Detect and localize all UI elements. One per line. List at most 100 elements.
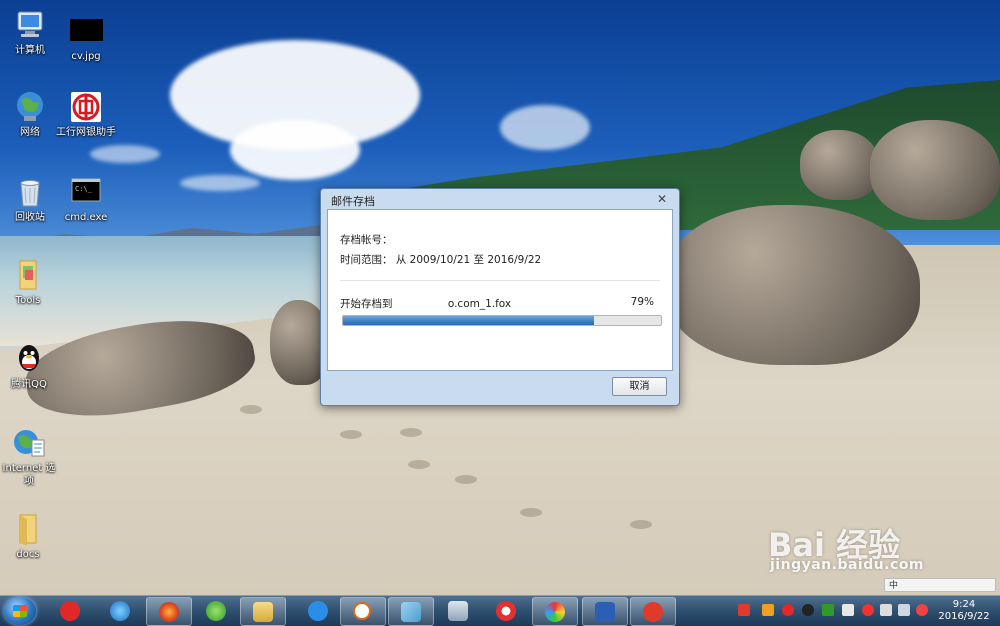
account-row: 存档帐号： bbox=[340, 232, 393, 247]
taskbar-360-app[interactable] bbox=[194, 597, 238, 624]
paint-icon bbox=[545, 602, 565, 622]
desktop-icon-label: docs bbox=[16, 549, 40, 560]
cloud bbox=[500, 105, 590, 150]
foxmail-icon bbox=[643, 602, 663, 622]
folder-icon bbox=[19, 260, 37, 290]
mail-archive-dialog: 邮件存档 ✕ 存档帐号： 时间范围： 从 2009/10/21 至 2016/9… bbox=[320, 188, 680, 406]
tray-app3-icon[interactable] bbox=[862, 604, 874, 616]
tray-app2-icon[interactable] bbox=[842, 604, 854, 616]
desktop-icon-computer[interactable]: 计算机 bbox=[0, 8, 60, 57]
taskbar: 9:24 2016/9/22 bbox=[0, 595, 1000, 626]
status-prefix: 开始存档到 bbox=[340, 298, 393, 310]
time-range-row: 时间范围： 从 2009/10/21 至 2016/9/22 bbox=[340, 252, 541, 267]
desktop-icon-label: 网络 bbox=[20, 127, 40, 138]
desktop-icon-qq[interactable]: 腾讯QQ bbox=[0, 342, 59, 391]
ime-label: 中 bbox=[889, 581, 899, 591]
tray-security-icon[interactable] bbox=[822, 604, 834, 616]
cancel-button[interactable]: 取消 bbox=[612, 377, 667, 396]
taskbar-foxmail-app[interactable] bbox=[630, 597, 676, 626]
tray-qq-icon[interactable] bbox=[802, 604, 814, 616]
svg-text:C:\_: C:\_ bbox=[75, 185, 93, 193]
icbc-icon bbox=[71, 92, 101, 122]
desktop-icon-icbc[interactable]: 工行网银助手 bbox=[56, 90, 116, 139]
taskbar-clock[interactable]: 9:24 2016/9/22 bbox=[934, 599, 994, 623]
footprint bbox=[408, 460, 430, 469]
cloud bbox=[90, 145, 160, 163]
rock bbox=[800, 130, 880, 200]
taskbar-baidu-cloud-app[interactable] bbox=[296, 597, 340, 624]
taskbar-media-player-app[interactable] bbox=[484, 597, 528, 624]
tray-battery-icon[interactable] bbox=[880, 604, 892, 616]
rock bbox=[665, 205, 920, 365]
progress-bar bbox=[342, 315, 662, 326]
notepad-icon bbox=[401, 602, 421, 622]
footprint bbox=[240, 405, 262, 414]
dialog-content: 存档帐号： 时间范围： 从 2009/10/21 至 2016/9/22 开始存… bbox=[327, 209, 673, 371]
divider bbox=[340, 280, 660, 281]
cmd-icon: C:\_ bbox=[71, 178, 101, 202]
clock-time: 9:24 bbox=[952, 599, 976, 610]
tray-network-icon[interactable] bbox=[898, 604, 910, 616]
taskbar-firefox-app[interactable] bbox=[146, 597, 192, 626]
desktop-icon-label: Internet 选项 bbox=[2, 463, 56, 487]
folder-icon bbox=[19, 514, 37, 546]
taskbar-icbc-app[interactable] bbox=[48, 597, 92, 624]
desktop-icon-recycle-bin[interactable]: 回收站 bbox=[0, 175, 60, 224]
desktop-icon-internet-options[interactable]: Internet 选项 bbox=[0, 426, 59, 488]
start-button[interactable] bbox=[4, 597, 36, 625]
internet-options-icon bbox=[14, 430, 45, 457]
media-player-icon bbox=[496, 601, 516, 621]
taskbar-explorer-app[interactable] bbox=[240, 597, 286, 626]
recycle-bin-icon bbox=[20, 180, 40, 207]
firefox-icon bbox=[159, 602, 179, 622]
progress-percent: 79% bbox=[630, 296, 654, 308]
computer-icon bbox=[17, 11, 43, 37]
tray-volume-icon[interactable] bbox=[916, 604, 928, 616]
dialog-title: 邮件存档 bbox=[331, 195, 375, 208]
taskbar-calculator-app[interactable] bbox=[436, 597, 480, 624]
status-file: o.com_1.fox bbox=[447, 298, 512, 310]
desktop-icon-label: Tools bbox=[15, 295, 41, 306]
taskbar-word-app[interactable] bbox=[582, 597, 628, 626]
footprint bbox=[400, 428, 422, 437]
close-icon[interactable]: ✕ bbox=[655, 192, 669, 206]
cloud bbox=[230, 120, 360, 180]
tray-icbc-icon[interactable] bbox=[738, 604, 750, 616]
desktop-icon-cmd[interactable]: C:\_ cmd.exe bbox=[56, 175, 116, 224]
desktop-icon-tools[interactable]: Tools bbox=[0, 258, 58, 307]
desktop-icon-label: 计算机 bbox=[15, 45, 45, 56]
system-tray bbox=[730, 596, 940, 626]
time-range-value: 从 2009/10/21 至 2016/9/22 bbox=[395, 254, 542, 266]
desktop-icon-docs[interactable]: docs bbox=[0, 512, 58, 561]
desktop-icon-label: 工行网银助手 bbox=[56, 127, 116, 138]
cloud bbox=[180, 175, 260, 191]
account-label: 存档帐号： bbox=[340, 234, 393, 246]
taskbar-ie-app[interactable] bbox=[98, 597, 142, 624]
image-file-icon bbox=[70, 19, 103, 41]
tray-shield-icon[interactable] bbox=[762, 604, 774, 616]
taskbar-search-app[interactable] bbox=[340, 597, 386, 626]
network-icon bbox=[17, 92, 43, 121]
watermark-url: jingyan.baidu.com bbox=[770, 557, 925, 573]
taskbar-notepad-app[interactable] bbox=[388, 597, 434, 626]
windows-logo-icon bbox=[13, 605, 27, 617]
app360-icon bbox=[206, 601, 226, 621]
ime-toolbar[interactable]: 中 bbox=[884, 578, 996, 592]
taskbar-paint-app[interactable] bbox=[532, 597, 578, 626]
dialog-titlebar[interactable]: 邮件存档 ✕ bbox=[321, 189, 679, 209]
calculator-icon bbox=[448, 601, 468, 621]
qq-icon bbox=[19, 345, 39, 371]
desktop-icon-label: cv.jpg bbox=[71, 51, 101, 62]
dialog-footer: 取消 bbox=[321, 370, 679, 403]
progress-fill bbox=[343, 316, 595, 325]
desktop-icon-label: cmd.exe bbox=[64, 212, 108, 223]
desktop-icon-network[interactable]: 网络 bbox=[0, 90, 60, 139]
desktop-icon-cv-jpg[interactable]: cv.jpg bbox=[56, 14, 116, 63]
ie-icon bbox=[110, 601, 130, 621]
icbc-taskbar-icon bbox=[60, 601, 80, 621]
explorer-icon bbox=[253, 602, 273, 622]
search-app-icon bbox=[353, 602, 371, 620]
clock-date: 2016/9/22 bbox=[938, 611, 990, 622]
tray-app-icon[interactable] bbox=[782, 604, 794, 616]
footprint bbox=[520, 508, 542, 517]
